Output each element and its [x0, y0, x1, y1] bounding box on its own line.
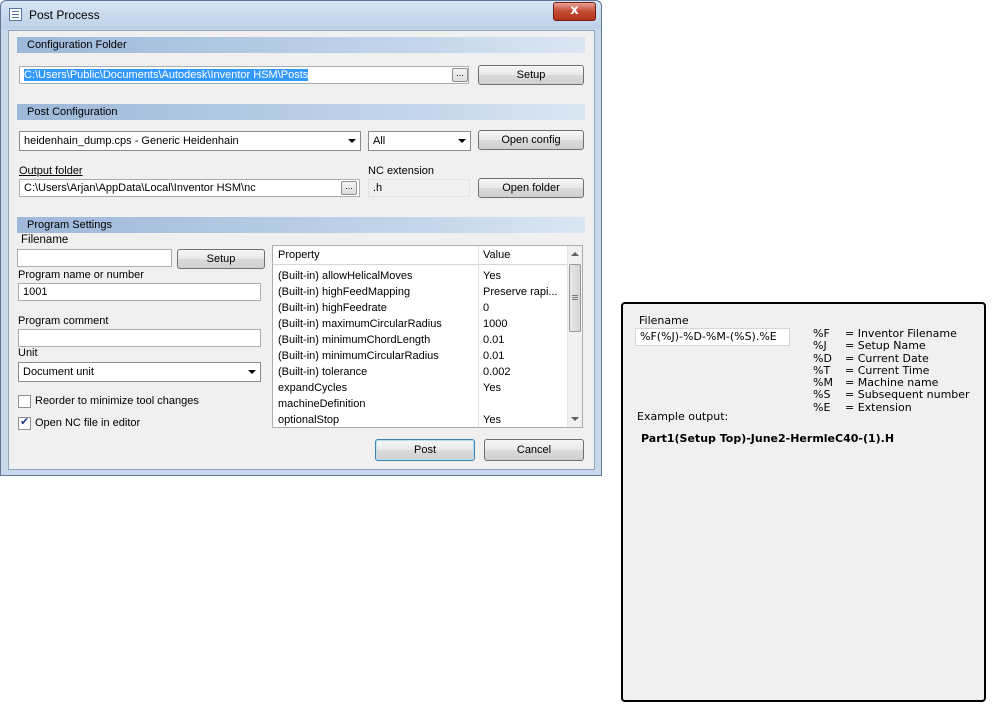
- table-row[interactable]: (Built-in) highFeedMapping Preserve rapi.…: [273, 284, 567, 300]
- title-bar[interactable]: Post Process x: [1, 1, 601, 29]
- chevron-down-icon: [458, 139, 466, 143]
- open-nc-checkbox[interactable]: ✔: [18, 415, 31, 430]
- program-name-input[interactable]: 1001: [18, 283, 261, 301]
- open-folder-button[interactable]: Open folder: [478, 178, 584, 198]
- filename-input[interactable]: [17, 249, 172, 267]
- nc-extension-field[interactable]: .h: [368, 179, 470, 197]
- table-row[interactable]: machineDefinition: [273, 396, 567, 412]
- list-item: %E = Extension: [813, 400, 912, 414]
- config-folder-browse-button[interactable]: ...: [452, 68, 468, 82]
- table-row[interactable]: (Built-in) highFeedrate 0: [273, 300, 567, 316]
- post-configuration-header: Post Configuration: [17, 104, 585, 120]
- example-output-label: Example output:: [637, 410, 729, 423]
- reorder-checkbox[interactable]: [18, 395, 31, 408]
- unit-label: Unit: [18, 347, 38, 359]
- program-settings-header: Program Settings: [17, 217, 585, 233]
- table-row[interactable]: (Built-in) tolerance 0.002: [273, 364, 567, 380]
- filename-code-legend: %F = Inventor Filename %J = Setup Name %D =…: [813, 327, 970, 414]
- nc-extension-label: NC extension: [368, 165, 435, 177]
- window-title: Post Process: [29, 8, 100, 22]
- table-row[interactable]: expandCycles Yes: [273, 380, 567, 396]
- program-name-label: Program name or number: [18, 269, 144, 281]
- config-folder-input[interactable]: C:\Users\Public\Documents\Autodesk\Inven…: [19, 66, 469, 84]
- post-button[interactable]: Post: [375, 439, 475, 461]
- scrollbar-thumb[interactable]: [569, 264, 581, 332]
- close-button[interactable]: x: [553, 2, 596, 21]
- reorder-label: Reorder to minimize tool changes: [35, 395, 199, 407]
- program-comment-input[interactable]: [18, 329, 261, 347]
- scroll-up-icon[interactable]: [571, 252, 579, 256]
- property-grid-scrollbar[interactable]: [567, 246, 582, 427]
- output-folder-label: Output folder: [19, 165, 83, 177]
- grid-header: Property Value: [273, 246, 567, 265]
- property-column-header[interactable]: Property: [278, 246, 320, 265]
- cancel-button[interactable]: Cancel: [484, 439, 584, 461]
- table-row[interactable]: (Built-in) minimumChordLength 0.01: [273, 332, 567, 348]
- property-grid[interactable]: Property Value (Built-in) allowHelicalMo…: [272, 245, 583, 428]
- table-row[interactable]: optionalStop Yes: [273, 412, 567, 427]
- checkmark-icon: ✔: [20, 415, 30, 428]
- help-filename-pattern-input[interactable]: %F(%J)-%D-%M-(%S).%E: [635, 328, 790, 346]
- filename-setup-button[interactable]: Setup: [177, 249, 265, 269]
- chevron-down-icon: [248, 370, 256, 374]
- unit-value: Document unit: [23, 366, 94, 378]
- grip-icon: [572, 295, 578, 296]
- post-filter-value: All: [373, 135, 386, 147]
- output-folder-browse-button[interactable]: ...: [341, 181, 357, 195]
- example-output-value: Part1(Setup Top)-June2-HermleC40-(1).H: [641, 432, 895, 445]
- chevron-down-icon: [348, 139, 356, 143]
- table-row[interactable]: (Built-in) minimumCircularRadius 0.01: [273, 348, 567, 364]
- open-config-button[interactable]: Open config: [478, 130, 584, 150]
- app-icon: [9, 8, 22, 21]
- filename-help-panel: Filename %F(%J)-%D-%M-(%S).%E %F = Invent…: [621, 302, 986, 702]
- table-row[interactable]: (Built-in) maximumCircularRadius 1000: [273, 316, 567, 332]
- output-folder-input[interactable]: C:\Users\Arjan\AppData\Local\Inventor HS…: [19, 179, 360, 197]
- config-folder-path: C:\Users\Public\Documents\Autodesk\Inven…: [24, 69, 309, 81]
- post-filter-select[interactable]: All: [368, 131, 471, 151]
- table-row[interactable]: (Built-in) allowHelicalMoves Yes: [273, 268, 567, 284]
- post-processor-select[interactable]: heidenhain_dump.cps - Generic Heidenhain: [19, 131, 361, 151]
- scroll-down-icon[interactable]: [571, 417, 579, 421]
- open-nc-label: Open NC file in editor: [35, 417, 141, 429]
- config-setup-button[interactable]: Setup: [478, 65, 584, 85]
- post-process-window: Post Process x Configuration Folder C:\U…: [0, 0, 602, 476]
- value-column-header[interactable]: Value: [483, 246, 510, 265]
- filename-label: Filename: [21, 234, 69, 246]
- dialog-client-area: Configuration Folder C:\Users\Public\Doc…: [8, 30, 595, 470]
- unit-select[interactable]: Document unit: [18, 362, 261, 382]
- program-comment-label: Program comment: [18, 315, 109, 327]
- configuration-folder-header: Configuration Folder: [17, 37, 585, 53]
- help-filename-label: Filename: [639, 314, 689, 327]
- post-processor-value: heidenhain_dump.cps - Generic Heidenhain: [24, 135, 239, 147]
